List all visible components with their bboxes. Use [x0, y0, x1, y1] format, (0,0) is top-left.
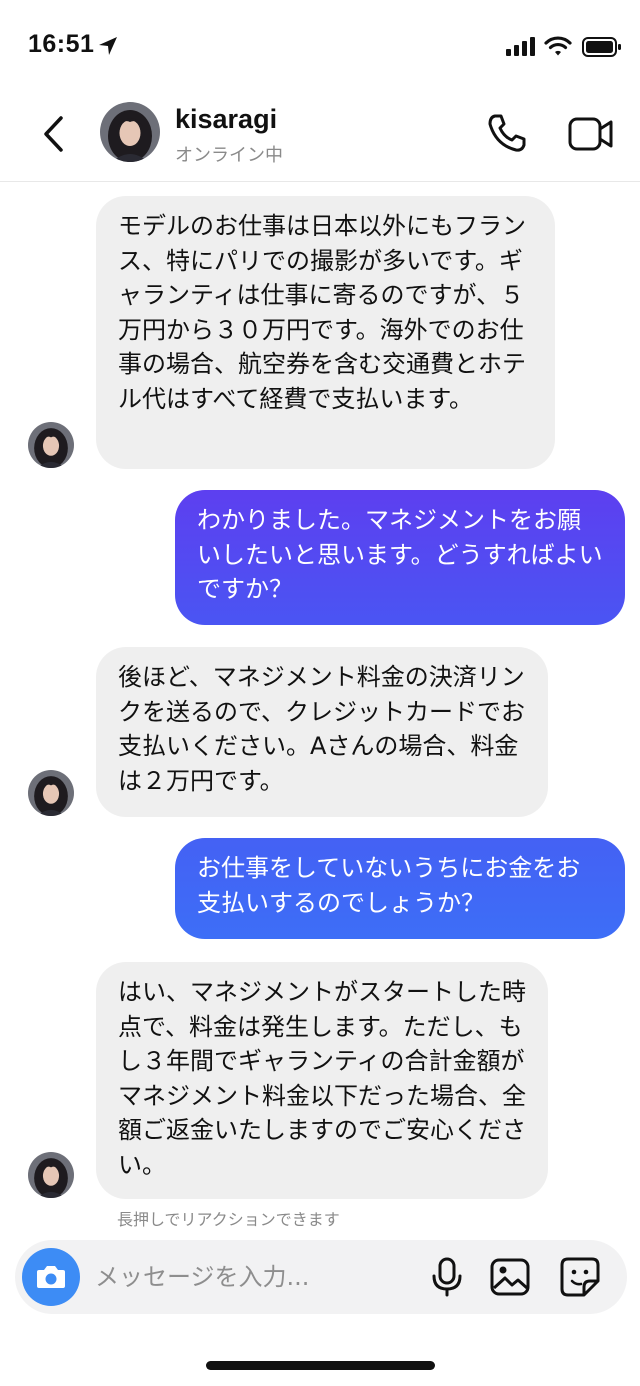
message-bubble-incoming[interactable]: 後ほど、マネジメント料金の決済リンクを送るので、クレジットカードでお支払いくださ… — [96, 647, 548, 817]
contact-avatar[interactable] — [100, 102, 160, 162]
video-call-icon[interactable] — [568, 114, 614, 154]
message-composer — [15, 1240, 627, 1314]
home-indicator[interactable] — [206, 1361, 435, 1370]
message-bubble-incoming[interactable]: はい、マネジメントがスタートした時点で、料金は発生します。ただし、もし３年間でギ… — [96, 962, 548, 1199]
phone-call-icon[interactable] — [486, 112, 528, 154]
cellular-signal-icon — [506, 37, 535, 56]
camera-button[interactable] — [22, 1248, 80, 1306]
message-input[interactable] — [95, 1254, 405, 1300]
message-avatar[interactable] — [28, 1152, 74, 1198]
chat-header: kisaragi オンライン中 — [0, 90, 640, 182]
camera-icon — [37, 1266, 65, 1288]
message-text: はい、マネジメントがスタートした時点で、料金は発生します。ただし、もし３年間でギ… — [118, 978, 526, 1179]
message-bubble-outgoing[interactable]: わかりました。マネジメントをお願いしたいと思います。どうすればよいですか？ — [175, 490, 625, 625]
message-avatar[interactable] — [28, 422, 74, 468]
back-arrow-icon[interactable] — [34, 112, 74, 156]
battery-icon — [582, 37, 621, 57]
message-text: 後ほど、マネジメント料金の決済リンクを送るので、クレジットカードでお支払いくださ… — [118, 663, 526, 795]
message-text: お仕事をしていないうちにお金をお支払いするのでしょうか？ — [197, 854, 581, 917]
contact-status: オンライン中 — [175, 145, 283, 166]
wifi-icon — [544, 36, 572, 56]
sticker-icon[interactable] — [560, 1257, 600, 1297]
message-text: モデルのお仕事は日本以外にもフランス、特にパリでの撮影が多いです。ギャランティは… — [118, 212, 526, 413]
message-bubble-outgoing[interactable]: お仕事をしていないうちにお金をお支払いするのでしょうか？ — [175, 838, 625, 939]
message-text: わかりました。マネジメントをお願いしたいと思います。どうすればよいですか？ — [197, 506, 603, 603]
status-time: 16:51 — [28, 30, 95, 58]
message-bubble-incoming[interactable]: モデルのお仕事は日本以外にもフランス、特にパリでの撮影が多いです。ギャランティは… — [96, 196, 555, 469]
contact-name[interactable]: kisaragi — [175, 104, 277, 135]
status-bar: 16:51 — [0, 0, 640, 90]
message-avatar[interactable] — [28, 770, 74, 816]
location-arrow-icon — [99, 37, 117, 55]
gallery-icon[interactable] — [490, 1258, 530, 1296]
microphone-icon[interactable] — [429, 1257, 465, 1297]
reaction-hint: 長押しでリアクションできます — [117, 1210, 340, 1229]
